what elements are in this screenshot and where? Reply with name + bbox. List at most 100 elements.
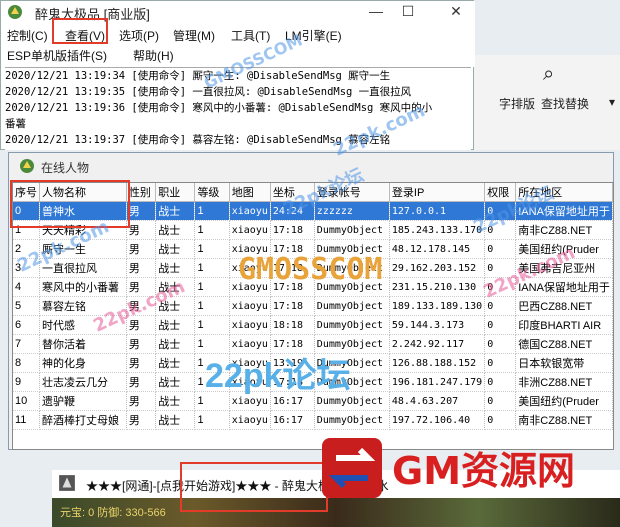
game-icon bbox=[59, 475, 75, 491]
cell-level: 1 bbox=[194, 239, 230, 259]
cell-gender: 男 bbox=[126, 410, 157, 430]
cell-region: 南非CZ88.NET bbox=[515, 410, 613, 430]
cell-index: 7 bbox=[13, 334, 40, 354]
cell-gender: 男 bbox=[126, 353, 157, 373]
cell-level: 1 bbox=[194, 201, 230, 221]
cell-account: DummyObject bbox=[314, 220, 390, 240]
gm-logo-text: GM资源网 bbox=[392, 449, 576, 493]
cell-class: 战士 bbox=[155, 372, 196, 392]
cell-level: 1 bbox=[194, 315, 230, 335]
cell-level: 1 bbox=[194, 296, 230, 316]
cell-permission: 0 bbox=[484, 334, 517, 354]
cell-permission: 0 bbox=[484, 372, 517, 392]
col-map[interactable]: 地图 bbox=[229, 183, 271, 202]
close-button[interactable]: ✕ bbox=[441, 2, 471, 20]
cell-name: 替你活着 bbox=[39, 334, 127, 354]
cell-permission: 0 bbox=[484, 239, 517, 259]
cell-name: 寒风中的小番薯 bbox=[39, 277, 127, 297]
forum-watermark: 22pk论坛 bbox=[205, 357, 351, 395]
col-ip[interactable]: 登录IP bbox=[389, 183, 486, 202]
ribbon-label[interactable]: 字排版 bbox=[499, 95, 535, 112]
cell-level: 1 bbox=[194, 410, 230, 430]
cell-class: 战士 bbox=[155, 410, 196, 430]
menu-tools[interactable]: 工具(T) bbox=[231, 27, 270, 44]
cell-ip: 231.15.210.130 bbox=[389, 277, 486, 297]
cell-region: 巴西CZ88.NET bbox=[515, 296, 613, 316]
cell-region: 美国纽约(Pruder bbox=[515, 391, 613, 411]
cell-gender: 男 bbox=[126, 201, 157, 221]
cell-index: 5 bbox=[13, 296, 40, 316]
cell-ip: 196.181.247.179 bbox=[389, 372, 486, 392]
col-gender[interactable]: 性别 bbox=[126, 183, 157, 202]
cell-index: 6 bbox=[13, 315, 40, 335]
log-line: 2020/12/21 13:19:37 [使用命令] 慕容左铭: @Disabl… bbox=[5, 134, 391, 146]
cell-coords: 17:18 bbox=[270, 220, 315, 240]
menu-manage[interactable]: 管理(M) bbox=[173, 27, 215, 44]
cell-coords: 18:18 bbox=[270, 315, 315, 335]
cell-account: zzzzzz bbox=[314, 201, 390, 221]
maximize-button[interactable]: ☐ bbox=[393, 2, 423, 20]
player-row-highlight bbox=[10, 180, 130, 228]
cell-account: DummyObject bbox=[314, 410, 390, 430]
cell-name: 醉酒棒打丈母娘 bbox=[39, 410, 127, 430]
search-icon[interactable]: ⌕ bbox=[543, 63, 554, 86]
cell-level: 1 bbox=[194, 220, 230, 240]
cell-ip: 189.133.189.130 bbox=[389, 296, 486, 316]
cell-gender: 男 bbox=[126, 391, 157, 411]
cell-permission: 0 bbox=[484, 410, 517, 430]
cell-ip: 185.243.133.170 bbox=[389, 220, 486, 240]
cell-map: xiaoyu bbox=[229, 315, 271, 335]
cell-region: 印度BHARTI AIR bbox=[515, 315, 613, 335]
menu-esp-plugin[interactable]: ESP单机版插件(S) bbox=[7, 47, 107, 64]
cell-level: 1 bbox=[194, 258, 230, 278]
cell-region: 德国CZ88.NET bbox=[515, 334, 613, 354]
cell-ip: 2.242.92.117 bbox=[389, 334, 486, 354]
menu-options[interactable]: 选项(P) bbox=[119, 27, 159, 44]
cell-class: 战士 bbox=[155, 315, 196, 335]
cell-name: 神的化身 bbox=[39, 353, 127, 373]
view-menu-highlight bbox=[52, 18, 108, 44]
log-line: 2020/12/21 13:19:35 [使用命令] 一直很拉风: @Disab… bbox=[5, 86, 412, 98]
cell-account: DummyObject bbox=[314, 315, 390, 335]
cell-region: 南非CZ88.NET bbox=[515, 220, 613, 240]
cell-index: 11 bbox=[13, 410, 40, 430]
cell-permission: 0 bbox=[484, 353, 517, 373]
cell-gender: 男 bbox=[126, 220, 157, 240]
cell-index: 8 bbox=[13, 353, 40, 373]
cell-map: xiaoyu bbox=[229, 296, 271, 316]
cell-class: 战士 bbox=[155, 334, 196, 354]
find-replace-label[interactable]: 查找替换 bbox=[541, 95, 589, 112]
cell-gender: 男 bbox=[126, 239, 157, 259]
game-title-highlight bbox=[180, 462, 328, 512]
chevron-down-icon[interactable]: ▾ bbox=[609, 95, 615, 109]
background-ribbon: 字排版 ⌕ 查找替换 ▾ bbox=[470, 55, 620, 150]
cell-region: 非洲CZ88.NET bbox=[515, 372, 613, 392]
gm-logo-icon bbox=[322, 438, 382, 498]
cell-class: 战士 bbox=[155, 239, 196, 259]
col-level[interactable]: 等级 bbox=[194, 183, 230, 202]
cell-region: 日本软银宽带 bbox=[515, 353, 613, 373]
menu-help[interactable]: 帮助(H) bbox=[133, 47, 174, 64]
col-class[interactable]: 职业 bbox=[155, 183, 196, 202]
cell-map: xiaoyu bbox=[229, 410, 271, 430]
cell-class: 战士 bbox=[155, 258, 196, 278]
cell-ip: 29.162.203.152 bbox=[389, 258, 486, 278]
cell-ip: 126.88.188.152 bbox=[389, 353, 486, 373]
cell-ip: 48.4.63.207 bbox=[389, 391, 486, 411]
cell-class: 战士 bbox=[155, 201, 196, 221]
center-watermark: GMOSSCOM bbox=[238, 252, 383, 287]
cell-class: 战士 bbox=[155, 220, 196, 240]
cell-index: 9 bbox=[13, 372, 40, 392]
cell-ip: 59.144.3.173 bbox=[389, 315, 486, 335]
cell-coords: 16:17 bbox=[270, 410, 315, 430]
cell-map: xiaoyu bbox=[229, 201, 271, 221]
cell-map: xiaoyu bbox=[229, 220, 271, 240]
cell-class: 战士 bbox=[155, 391, 196, 411]
table-row[interactable]: 11 醉酒棒打丈母娘男战士 1 xiaoyu 16:17 DummyObject 197.7… bbox=[13, 410, 613, 430]
cell-ip: 48.12.178.145 bbox=[389, 239, 486, 259]
online-title-bar[interactable]: 在线人物 bbox=[9, 153, 613, 179]
minimize-button[interactable]: — bbox=[361, 2, 391, 20]
menu-control[interactable]: 控制(C) bbox=[7, 27, 48, 44]
cell-class: 战士 bbox=[155, 353, 196, 373]
cell-gender: 男 bbox=[126, 334, 157, 354]
